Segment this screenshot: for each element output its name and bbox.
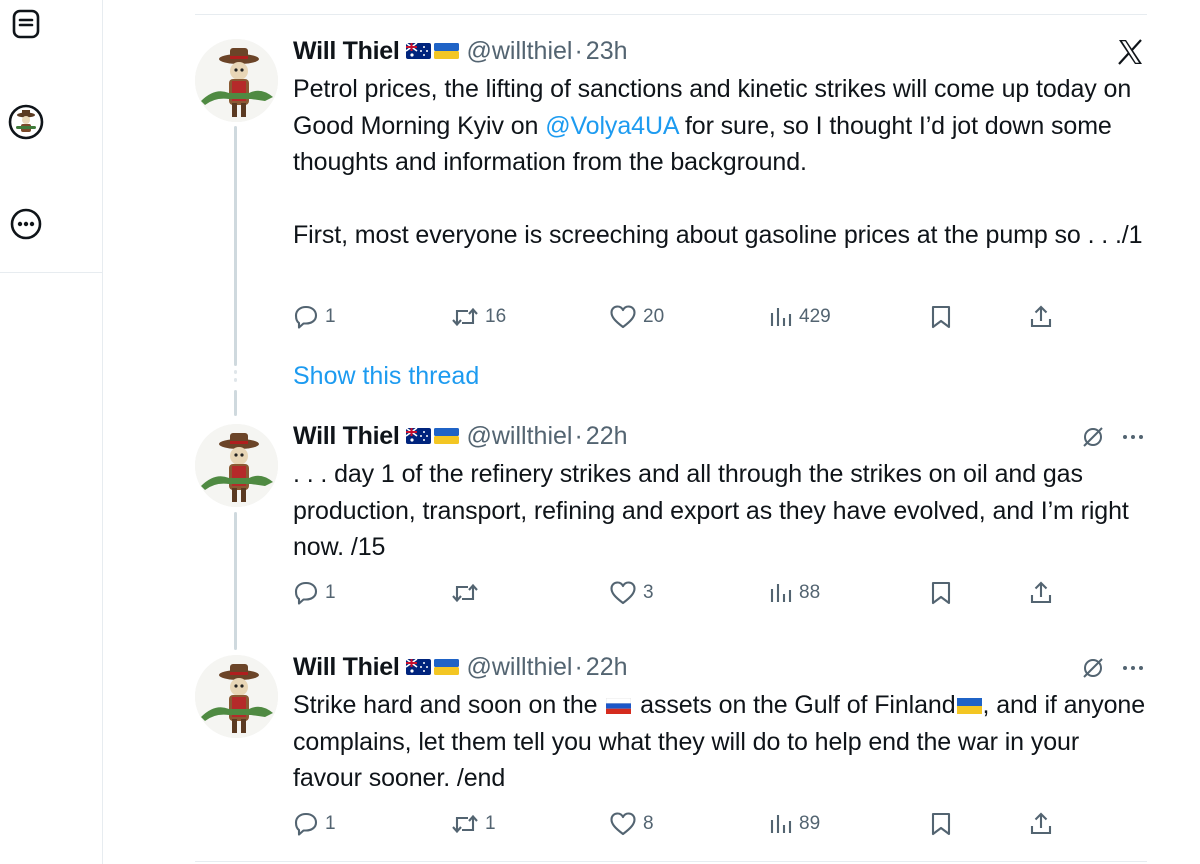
avatar[interactable] [195,424,278,507]
repost-button[interactable]: 16 [451,302,506,332]
article-icon[interactable] [8,6,44,42]
tweet-header: Will Thiel @willthiel · 23h [293,35,628,67]
tweet[interactable]: Will Thiel @willthiel · 22h Strike hard … [195,651,1147,851]
reply-icon [294,305,318,329]
views-button[interactable]: 88 [769,578,820,608]
bookmark-button[interactable] [929,302,953,332]
ukraine-flag-icon [433,659,459,675]
separator-dot: · [574,652,583,681]
more-options-icon[interactable] [1119,423,1147,451]
view-count: 429 [799,306,831,327]
tweet-header: Will Thiel @willthiel · 22h [293,651,628,683]
tweet-header: Will Thiel @willthiel · 22h [293,420,628,452]
grok-icon[interactable] [1079,654,1107,682]
tweet[interactable]: Will Thiel @willthiel · 23h Petrol price… [195,35,1147,335]
ukraine-flag-icon [433,43,459,59]
russia-flag-icon [606,698,632,715]
views-button[interactable]: 429 [769,302,831,332]
tweet[interactable]: Will Thiel @willthiel · 22h . . . day 1 … [195,420,1147,620]
handle[interactable]: @willthiel [467,37,573,66]
repost-count: 16 [485,306,507,327]
bookmark-button[interactable] [929,809,953,839]
timeline-divider [195,14,1147,15]
grok-icon[interactable] [1079,423,1107,451]
heart-icon [610,812,636,836]
repost-icon [452,814,478,834]
views-button[interactable]: 89 [769,809,820,839]
bookmark-icon [931,305,951,329]
share-icon [1030,305,1052,328]
tweet-text: Petrol prices, the lifting of sanctions … [293,71,1153,254]
heart-icon [610,305,636,329]
ukraine-flag-icon [956,698,982,715]
repost-count: 1 [485,813,496,834]
share-button[interactable] [1028,809,1054,839]
share-icon [1030,581,1052,604]
bookmark-button[interactable] [929,578,953,608]
like-button[interactable]: 3 [609,578,654,608]
share-button[interactable] [1028,578,1054,608]
avatar[interactable] [195,655,278,738]
reply-button[interactable]: 1 [293,578,336,608]
reply-icon [294,812,318,836]
tweet-text: Strike hard and soon on the assets on th… [293,687,1153,797]
like-button[interactable]: 8 [609,809,654,839]
tweet-text-part: Strike hard and soon on the [293,691,605,719]
view-count: 88 [799,582,821,603]
tweet-actions: 1 16 20 429 [293,302,1093,332]
reply-icon [294,581,318,605]
reply-count: 1 [325,813,336,834]
ukraine-flag-icon [433,428,459,444]
handle[interactable]: @willthiel [467,422,573,451]
display-name[interactable]: Will Thiel [293,37,400,66]
handle[interactable]: @willthiel [467,653,573,682]
like-count: 3 [643,582,654,603]
bookmark-icon [931,581,951,605]
tweet-actions: 1 1 8 89 [293,809,1093,839]
like-count: 20 [643,306,665,327]
display-name[interactable]: Will Thiel [293,422,400,451]
australia-flag-icon [405,428,431,444]
australia-flag-icon [405,659,431,675]
timestamp[interactable]: 22h [586,653,628,682]
tweet-text: . . . day 1 of the refinery strikes and … [293,460,1129,561]
mention-link[interactable]: @Volya4UA [545,112,678,140]
timeline-divider [195,861,1147,862]
share-button[interactable] [1028,302,1054,332]
australia-flag-icon [405,43,431,59]
repost-icon [452,583,478,603]
reply-button[interactable]: 1 [293,809,336,839]
reply-button[interactable]: 1 [293,302,336,332]
more-circle-icon[interactable] [8,206,44,242]
analytics-icon [770,584,792,602]
repost-icon [452,307,478,327]
analytics-icon [770,815,792,833]
tweet-text-paragraph: First, most everyone is screeching about… [293,221,1143,249]
heart-icon [610,581,636,605]
like-count: 8 [643,813,654,834]
avatar[interactable] [195,39,278,122]
x-logo-icon[interactable] [1113,35,1147,69]
analytics-icon [770,308,792,326]
repost-button[interactable] [451,578,485,608]
reply-count: 1 [325,306,336,327]
tweet-text-part: assets on the Gulf of Finland [633,691,956,719]
separator-dot: · [574,36,583,65]
left-sidebar [0,0,103,864]
like-button[interactable]: 20 [609,302,664,332]
view-count: 89 [799,813,821,834]
profile-avatar[interactable] [8,104,44,140]
more-options-icon[interactable] [1119,654,1147,682]
share-icon [1030,812,1052,835]
reply-count: 1 [325,582,336,603]
separator-dot: · [574,421,583,450]
timestamp[interactable]: 23h [586,37,628,66]
tweet-actions: 1 3 88 [293,578,1093,608]
repost-button[interactable]: 1 [451,809,496,839]
show-thread-link[interactable]: Show this thread [293,362,479,391]
timestamp[interactable]: 22h [586,422,628,451]
display-name[interactable]: Will Thiel [293,653,400,682]
bookmark-icon [931,812,951,836]
